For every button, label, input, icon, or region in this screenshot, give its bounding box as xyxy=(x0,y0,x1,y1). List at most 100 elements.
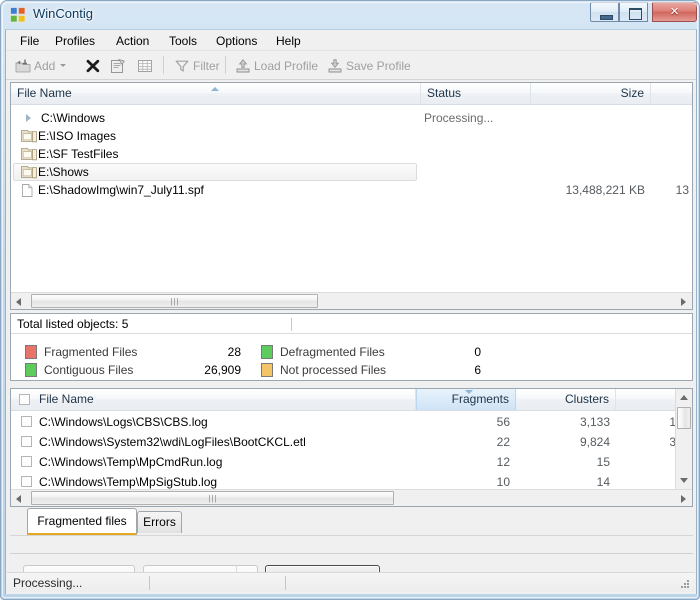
total-objects-label: Total listed objects: 5 xyxy=(11,314,692,334)
summary-divider xyxy=(291,318,292,331)
close-button[interactable]: × xyxy=(652,2,697,22)
delete-x-icon xyxy=(85,58,101,74)
load-profile-button[interactable]: Load Profile xyxy=(232,54,321,77)
frag-file-name-cell: C:\Windows\Logs\CBS\CBS.log xyxy=(39,415,208,429)
fragment-list-hscrollbar[interactable]: ||| xyxy=(11,489,692,506)
table-row[interactable]: C:\Windows\Logs\CBS\CBS.log 56 3,133 1 xyxy=(11,413,692,431)
fragments-cell: 12 xyxy=(496,455,510,469)
column-header-fragments[interactable]: Fragments xyxy=(416,389,516,410)
hscroll-thumb[interactable]: ||| xyxy=(31,294,318,308)
fragment-list-vscrollbar[interactable] xyxy=(675,389,692,489)
notprocessed-swatch xyxy=(261,363,273,377)
load-profile-icon xyxy=(235,58,251,74)
tab-strip: Fragmented files Errors xyxy=(10,508,693,554)
add-folder-icon xyxy=(15,58,31,74)
column-header-size[interactable]: Size xyxy=(531,83,651,104)
folder-icon xyxy=(21,147,37,161)
clusters-cell: 15 xyxy=(596,455,610,469)
defragmented-files-value: 0 xyxy=(474,345,481,359)
scroll-left-arrow-icon[interactable] xyxy=(16,495,21,503)
fragmented-swatch xyxy=(25,345,37,359)
column-header-extra[interactable] xyxy=(651,83,694,104)
column-header-frag-file-name[interactable]: File Name xyxy=(11,389,416,410)
table-row[interactable]: C:\Windows\Temp\MpCmdRun.log 12 15 xyxy=(11,453,692,471)
minimize-icon xyxy=(591,3,618,21)
scroll-right-arrow-icon[interactable] xyxy=(681,298,686,306)
row-checkbox[interactable] xyxy=(21,416,32,427)
tab-fragmented-files[interactable]: Fragmented files xyxy=(27,508,137,535)
extra-cell: 13 xyxy=(675,183,689,197)
sort-ascending-icon xyxy=(211,87,219,91)
add-button-label: Add xyxy=(34,58,56,73)
hscroll-thumb[interactable]: ||| xyxy=(31,491,394,505)
table-row[interactable]: E:\ISO Images xyxy=(11,127,692,145)
status-bar: Processing... xyxy=(7,572,695,592)
remove-button[interactable] xyxy=(82,54,104,77)
column-header-file-name[interactable]: File Name xyxy=(11,83,421,104)
file-list[interactable]: File Name Status Size C:\Windows Process… xyxy=(10,82,693,310)
file-name-cell: E:\SF TestFiles xyxy=(38,147,119,161)
add-dropdown-caret-icon[interactable] xyxy=(60,64,67,67)
file-name-cell: C:\Windows xyxy=(41,111,106,125)
row-checkbox[interactable] xyxy=(21,456,32,467)
menu-item-file[interactable]: File xyxy=(13,33,46,49)
file-list-hscrollbar[interactable]: ||| xyxy=(11,292,692,309)
file-list-header: File Name Status Size xyxy=(11,83,692,105)
fragmented-file-list[interactable]: File Name Fragments Clusters C:\Windows\… xyxy=(10,388,693,507)
table-row[interactable]: E:\ShadowImg\win7_July11.spf 13,488,221 … xyxy=(11,181,692,199)
column-header-clusters[interactable]: Clusters xyxy=(516,389,616,410)
frag-file-name-cell: C:\Windows\Temp\MpCmdRun.log xyxy=(39,455,223,469)
vscroll-thumb[interactable] xyxy=(677,407,691,429)
row-checkbox[interactable] xyxy=(21,436,32,447)
file-name-cell: E:\Shows xyxy=(38,165,89,179)
fragments-cell: 56 xyxy=(496,415,510,429)
close-icon: × xyxy=(670,3,679,20)
clusters-cell: 3,133 xyxy=(579,415,610,429)
add-button[interactable]: Add xyxy=(12,54,69,77)
maximize-button[interactable] xyxy=(619,2,648,22)
fragmented-files-label: Fragmented Files xyxy=(44,345,138,359)
status-divider-1 xyxy=(149,576,150,590)
scroll-down-arrow-icon[interactable] xyxy=(680,478,688,483)
contiguous-files-label: Contiguous Files xyxy=(44,363,134,377)
scroll-right-arrow-icon[interactable] xyxy=(681,495,686,503)
save-profile-button[interactable]: Save Profile xyxy=(324,54,414,77)
row-checkbox[interactable] xyxy=(21,476,32,487)
expand-triangle-icon[interactable] xyxy=(26,114,31,122)
save-profile-label: Save Profile xyxy=(346,58,411,73)
menu-item-action[interactable]: Action xyxy=(109,33,156,49)
status-divider-2 xyxy=(285,576,286,590)
tab-underline xyxy=(10,535,693,536)
select-all-checkbox[interactable] xyxy=(19,394,30,405)
toolbar: Add Filter Load Profile Save Profile xyxy=(6,51,696,80)
resize-grip-icon[interactable] xyxy=(679,578,691,592)
column-header-status[interactable]: Status xyxy=(421,83,531,104)
table-row[interactable]: C:\Windows\System32\wdi\LogFiles\BootCKC… xyxy=(11,433,692,451)
menu-item-options[interactable]: Options xyxy=(209,33,264,49)
file-name-cell: E:\ShadowImg\win7_July11.spf xyxy=(38,183,204,197)
menu-item-tools[interactable]: Tools xyxy=(162,33,204,49)
table-row[interactable]: E:\Shows xyxy=(11,163,692,181)
tab-errors[interactable]: Errors xyxy=(137,511,182,533)
minimize-button[interactable] xyxy=(590,2,619,22)
filter-button[interactable]: Filter xyxy=(171,54,223,77)
load-profile-label: Load Profile xyxy=(254,58,319,73)
defragmented-swatch xyxy=(261,345,273,359)
scroll-up-arrow-icon[interactable] xyxy=(680,395,688,400)
column-header-frag-extra[interactable] xyxy=(616,389,676,410)
clusters-cell: 9,824 xyxy=(579,435,610,449)
table-row[interactable]: C:\Windows Processing... xyxy=(11,109,692,127)
folder-icon xyxy=(21,129,37,143)
menu-item-help[interactable]: Help xyxy=(269,33,308,49)
grid-view-button[interactable] xyxy=(134,54,156,77)
properties-button[interactable] xyxy=(107,54,129,77)
file-icon xyxy=(22,183,35,198)
status-cell: Processing... xyxy=(424,111,494,125)
table-row[interactable]: E:\SF TestFiles xyxy=(11,145,692,163)
file-name-cell: E:\ISO Images xyxy=(38,129,117,143)
not-processed-files-label: Not processed Files xyxy=(280,363,387,377)
menu-item-profiles[interactable]: Profiles xyxy=(48,33,102,49)
fragmented-files-value: 28 xyxy=(227,345,241,359)
scroll-left-arrow-icon[interactable] xyxy=(16,298,21,306)
maximize-icon xyxy=(620,3,647,21)
